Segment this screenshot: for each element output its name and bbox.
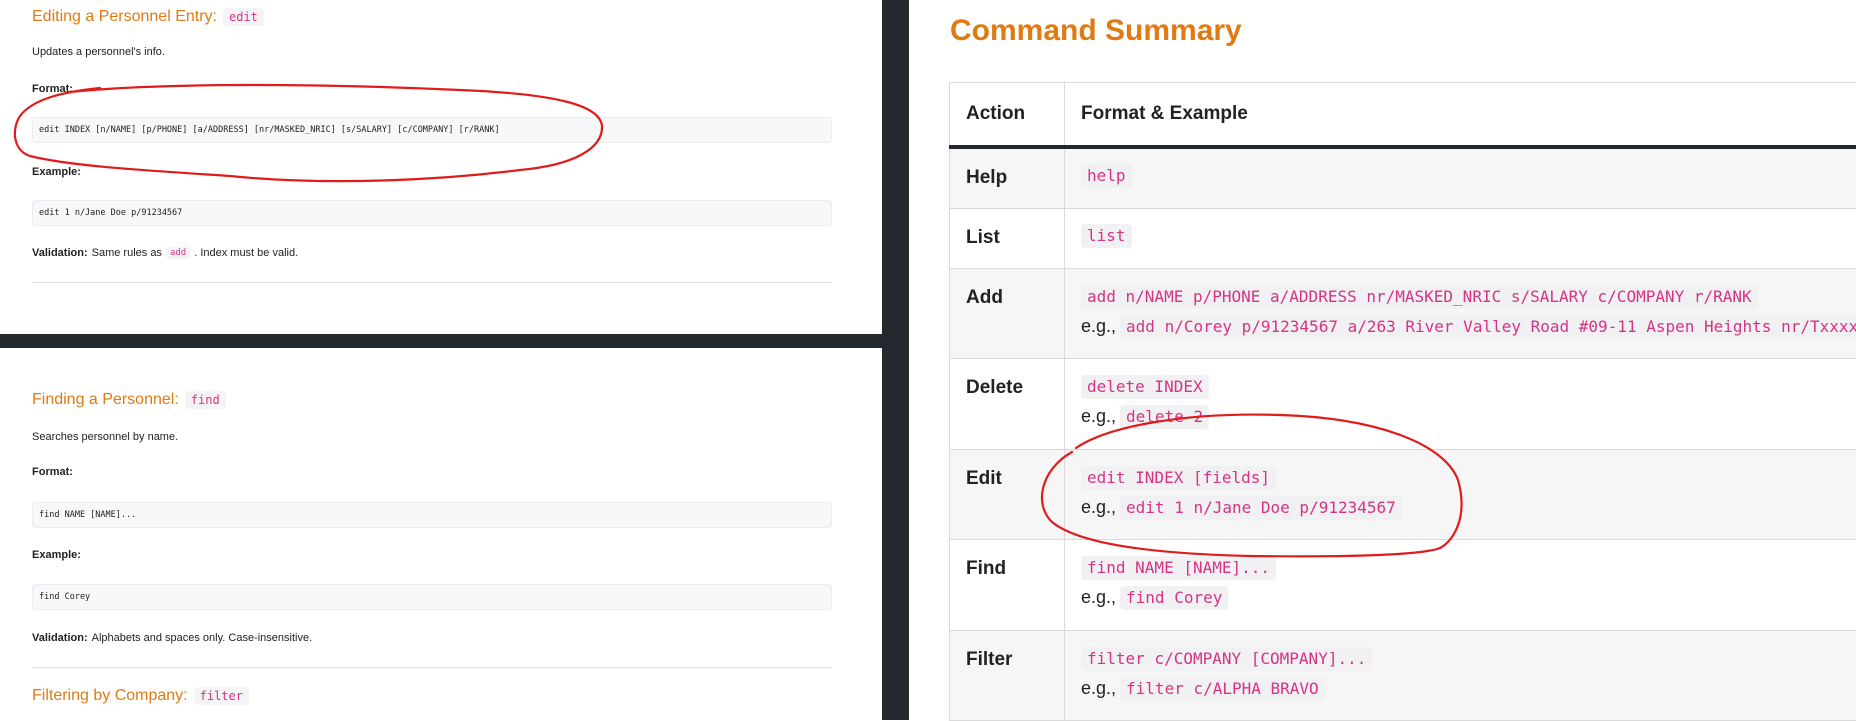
find-example-label: Example: xyxy=(32,549,81,561)
command-summary-table: Action Format & Example Help help List l… xyxy=(949,82,1856,721)
filter-section-heading: Filtering by Company: filter xyxy=(32,687,249,705)
table-row-filter: Filter filter c/COMPANY [COMPANY]... e.g… xyxy=(950,630,1856,720)
example-find: find Corey xyxy=(1120,586,1228,610)
header-format: Format & Example xyxy=(1065,83,1856,148)
find-validation-label: Validation: xyxy=(32,632,88,644)
find-format-code: find NAME [NAME]... xyxy=(32,502,832,528)
filter-command-chip: filter xyxy=(194,687,249,705)
edit-format-label: Format: xyxy=(32,83,73,95)
find-section-title: Finding a Personnel: xyxy=(32,391,179,409)
example-edit: edit 1 n/Jane Doe p/91234567 xyxy=(1120,496,1402,520)
example-filter: filter c/ALPHA BRAVO xyxy=(1120,677,1325,701)
find-section-divider xyxy=(32,667,832,668)
table-row-help: Help help xyxy=(950,147,1856,208)
format-delete: delete INDEX xyxy=(1081,375,1209,399)
horizontal-window-separator xyxy=(0,334,882,348)
action-edit: Edit xyxy=(966,450,1048,490)
edit-validation-label: Validation: xyxy=(32,247,88,259)
eg-prefix-add: e.g., xyxy=(1081,316,1116,337)
edit-section-heading: Editing a Personnel Entry: edit xyxy=(32,8,264,26)
find-validation: Validation: Alphabets and spaces only. C… xyxy=(32,632,312,644)
table-row-add: Add add n/NAME p/PHONE a/ADDRESS nr/MASK… xyxy=(950,268,1856,358)
edit-format-code: edit INDEX [n/NAME] [p/PHONE] [a/ADDRESS… xyxy=(32,117,832,143)
find-description: Searches personnel by name. xyxy=(32,431,178,443)
format-add: add n/NAME p/PHONE a/ADDRESS nr/MASKED_N… xyxy=(1081,285,1758,309)
format-help: help xyxy=(1081,164,1132,188)
action-delete: Delete xyxy=(966,359,1048,399)
table-row-find: Find find NAME [NAME]... e.g.,find Corey xyxy=(950,539,1856,630)
table-header-row: Action Format & Example xyxy=(950,83,1856,148)
edit-example-label: Example: xyxy=(32,166,81,178)
edit-validation-pre: Same rules as xyxy=(92,247,162,259)
edit-section-divider xyxy=(32,282,832,283)
eg-prefix-edit: e.g., xyxy=(1081,497,1116,518)
edit-description: Updates a personnel's info. xyxy=(32,46,165,58)
example-delete: delete 2 xyxy=(1120,405,1209,429)
command-summary-title: Command Summary xyxy=(950,14,1242,48)
action-list: List xyxy=(966,209,1048,249)
header-action: Action xyxy=(950,83,1065,148)
table-row-delete: Delete delete INDEX e.g.,delete 2 xyxy=(950,358,1856,449)
edit-command-chip: edit xyxy=(223,8,264,26)
table-row-list: List list xyxy=(950,208,1856,268)
example-add: add n/Corey p/91234567 a/263 River Valle… xyxy=(1120,315,1856,339)
find-section-heading: Finding a Personnel: find xyxy=(32,391,226,409)
edit-validation: Validation: Same rules as add . Index mu… xyxy=(32,247,298,259)
edit-example-code: edit 1 n/Jane Doe p/91234567 xyxy=(32,200,832,226)
format-filter: filter c/COMPANY [COMPANY]... xyxy=(1081,647,1372,671)
find-command-chip: find xyxy=(185,391,226,409)
action-add: Add xyxy=(966,269,1048,309)
find-example-code: find Corey xyxy=(32,584,832,610)
edit-validation-code: add xyxy=(166,247,190,259)
format-find: find NAME [NAME]... xyxy=(1081,556,1276,580)
action-help: Help xyxy=(966,149,1048,189)
table-row-edit: Edit edit INDEX [fields] e.g.,edit 1 n/J… xyxy=(950,449,1856,539)
edit-section-title: Editing a Personnel Entry: xyxy=(32,8,217,26)
action-filter: Filter xyxy=(966,631,1048,671)
format-list: list xyxy=(1081,224,1132,248)
edit-validation-post: . Index must be valid. xyxy=(194,247,298,259)
eg-prefix-filter: e.g., xyxy=(1081,678,1116,699)
eg-prefix-find: e.g., xyxy=(1081,587,1116,608)
action-find: Find xyxy=(966,540,1048,580)
vertical-window-separator xyxy=(882,0,909,720)
filter-section-title: Filtering by Company: xyxy=(32,687,188,705)
eg-prefix-delete: e.g., xyxy=(1081,406,1116,427)
format-edit: edit INDEX [fields] xyxy=(1081,466,1276,490)
find-validation-text: Alphabets and spaces only. Case-insensit… xyxy=(92,632,313,644)
find-format-label: Format: xyxy=(32,466,73,478)
